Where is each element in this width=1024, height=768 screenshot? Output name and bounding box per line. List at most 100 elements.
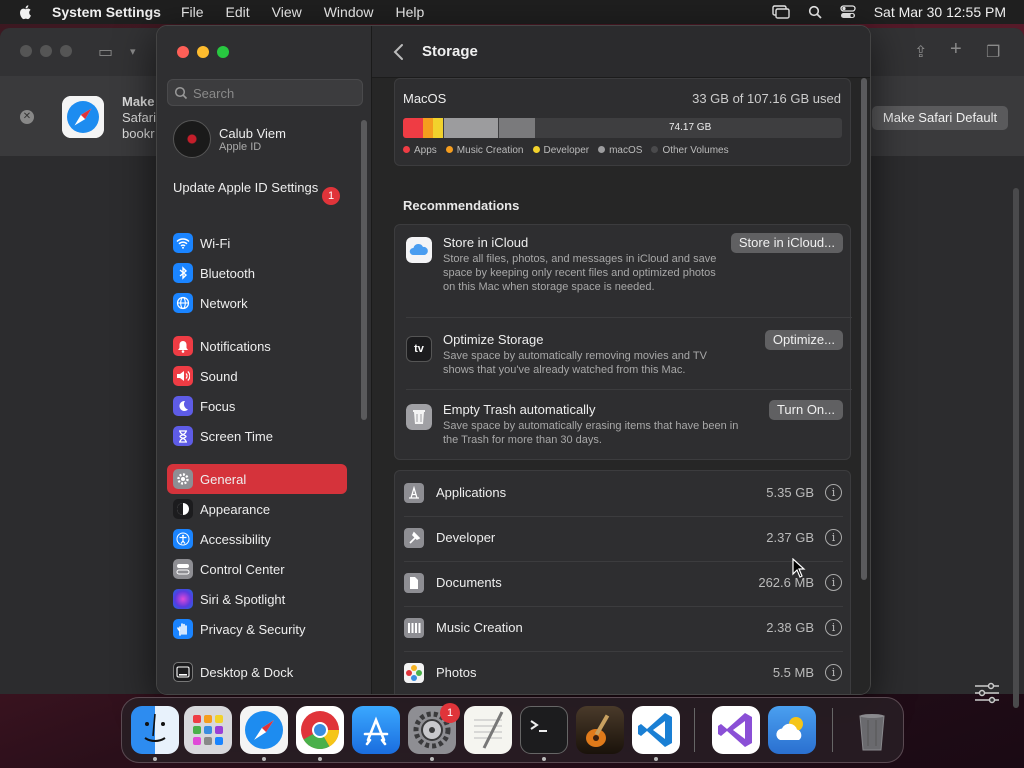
menu-file[interactable]: File — [181, 4, 204, 20]
running-indicator — [654, 757, 658, 761]
control-center-icon — [173, 559, 193, 579]
system-settings-window: Calub Viem Apple ID Update Apple ID Sett… — [156, 25, 871, 695]
optimize-button[interactable]: Optimize... — [764, 330, 843, 350]
category-row-applications[interactable]: Applications 5.35 GB i — [395, 471, 852, 516]
sidebar-item-appearance[interactable]: Appearance — [167, 494, 347, 524]
category-size: 5.5 MB — [772, 665, 814, 680]
sidebar-item-siri-spotlight[interactable]: Siri & Spotlight — [167, 584, 347, 614]
info-icon[interactable]: i — [825, 619, 842, 636]
launchpad-icon[interactable] — [184, 706, 232, 754]
menu-view[interactable]: View — [272, 4, 302, 20]
category-row-documents[interactable]: Documents 262.6 MB i — [395, 561, 852, 606]
garageband-icon[interactable] — [576, 706, 624, 754]
apple-id-account[interactable]: Calub Viem Apple ID — [173, 120, 286, 158]
settings-badge: 1 — [440, 703, 460, 723]
sidebar-item-desktop-dock[interactable]: Desktop & Dock — [167, 657, 347, 687]
sidebar-item-network[interactable]: Network — [167, 288, 347, 318]
sidebar-item-label: Appearance — [200, 501, 271, 517]
info-icon[interactable]: i — [825, 529, 842, 546]
dock-separator — [694, 708, 695, 752]
sidebar-item-accessibility[interactable]: Accessibility — [167, 524, 347, 554]
sidebar-toggle-icon[interactable]: ▭ — [98, 42, 113, 62]
close-window-button[interactable] — [177, 46, 189, 58]
sidebar-item-notifications[interactable]: Notifications — [167, 331, 347, 361]
bell-icon — [173, 336, 193, 356]
sidebar-group-network: Wi-Fi Bluetooth Network — [167, 228, 347, 318]
avatar — [173, 120, 211, 158]
menu-window[interactable]: Window — [324, 4, 374, 20]
sidebar-item-screen-time[interactable]: Screen Time — [167, 421, 347, 451]
category-row-developer[interactable]: Developer 2.37 GB i — [395, 516, 852, 561]
app-store-icon[interactable] — [352, 706, 400, 754]
chevron-down-icon[interactable]: ▾ — [130, 45, 136, 58]
sidebar-item-control-center[interactable]: Control Center — [167, 554, 347, 584]
zoom-window-button[interactable] — [217, 46, 229, 58]
icloud-icon — [406, 237, 432, 263]
legend-apps: Apps — [403, 145, 437, 156]
document-icon — [404, 573, 424, 593]
rec-title: Empty Trash automatically — [443, 402, 596, 417]
hourglass-icon — [173, 426, 193, 446]
appearance-icon — [173, 499, 193, 519]
sidebar-item-label: Focus — [200, 398, 236, 414]
recommendations-title: Recommendations — [403, 198, 520, 213]
category-row-photos[interactable]: Photos 5.5 MB i — [395, 651, 852, 694]
safari-zoom-button[interactable] — [60, 45, 72, 57]
rec-description: Store all files, photos, and messages in… — [443, 253, 717, 293]
safari-scrollbar[interactable] — [1013, 188, 1019, 708]
banner-close-icon[interactable]: ✕ — [20, 110, 34, 124]
sidebar-group-desktop: Desktop & Dock — [167, 657, 347, 687]
visual-studio-icon[interactable] — [712, 706, 760, 754]
window-controls — [177, 46, 229, 58]
chrome-icon[interactable] — [296, 706, 344, 754]
finder-icon[interactable] — [131, 706, 179, 754]
search-input[interactable] — [193, 84, 358, 102]
weather-icon[interactable] — [768, 706, 816, 754]
screen-mirroring-icon[interactable] — [772, 5, 790, 19]
legend-macos: macOS — [598, 145, 642, 156]
page-title: Storage — [422, 43, 478, 60]
share-icon[interactable]: ⇪ — [914, 42, 927, 62]
sidebar-scrollbar[interactable] — [361, 120, 367, 420]
vscode-icon[interactable] — [632, 706, 680, 754]
sidebar-item-bluetooth[interactable]: Bluetooth — [167, 258, 347, 288]
spotlight-search-icon[interactable] — [808, 5, 822, 19]
safari-close-button[interactable] — [20, 45, 32, 57]
terminal-icon[interactable] — [520, 706, 568, 754]
info-icon[interactable]: i — [825, 574, 842, 591]
menu-help[interactable]: Help — [396, 4, 425, 20]
running-indicator — [430, 757, 434, 761]
new-tab-icon[interactable]: + — [950, 38, 962, 61]
turn-on-button[interactable]: Turn On... — [768, 400, 843, 420]
menu-app-name[interactable]: System Settings — [52, 4, 161, 20]
store-in-icloud-button[interactable]: Store in iCloud... — [730, 233, 843, 253]
trash-dock-icon[interactable] — [848, 706, 896, 754]
sidebar-item-general[interactable]: General — [167, 464, 347, 494]
sliders-icon[interactable] — [974, 682, 1000, 704]
category-row-music-creation[interactable]: Music Creation 2.38 GB i — [395, 606, 852, 651]
sidebar-item-wifi[interactable]: Wi-Fi — [167, 228, 347, 258]
apple-menu-icon[interactable] — [18, 4, 34, 20]
storage-usage-bar: 74.17 GB — [403, 118, 842, 138]
safari-icon[interactable] — [240, 706, 288, 754]
bar-segment-other — [499, 118, 535, 138]
dock: 1 — [121, 697, 904, 763]
menu-edit[interactable]: Edit — [226, 4, 250, 20]
sidebar-item-privacy-security[interactable]: Privacy & Security — [167, 614, 347, 644]
main-scrollbar[interactable] — [861, 78, 867, 580]
back-chevron-icon[interactable] — [392, 42, 406, 62]
control-center-menu-icon[interactable] — [840, 5, 856, 19]
sidebar-item-label: Wi-Fi — [200, 235, 231, 251]
info-icon[interactable]: i — [825, 484, 842, 501]
textedit-icon[interactable] — [464, 706, 512, 754]
menu-clock[interactable]: Sat Mar 30 12:55 PM — [874, 4, 1006, 20]
sidebar-item-sound[interactable]: Sound — [167, 361, 347, 391]
category-name: Applications — [436, 485, 507, 500]
make-safari-default-button[interactable]: Make Safari Default — [872, 106, 1008, 130]
sidebar-item-focus[interactable]: Focus — [167, 391, 347, 421]
minimize-window-button[interactable] — [197, 46, 209, 58]
tab-overview-icon[interactable]: ❐ — [986, 42, 1000, 62]
running-indicator — [262, 757, 266, 761]
info-icon[interactable]: i — [825, 664, 842, 681]
safari-minimize-button[interactable] — [40, 45, 52, 57]
